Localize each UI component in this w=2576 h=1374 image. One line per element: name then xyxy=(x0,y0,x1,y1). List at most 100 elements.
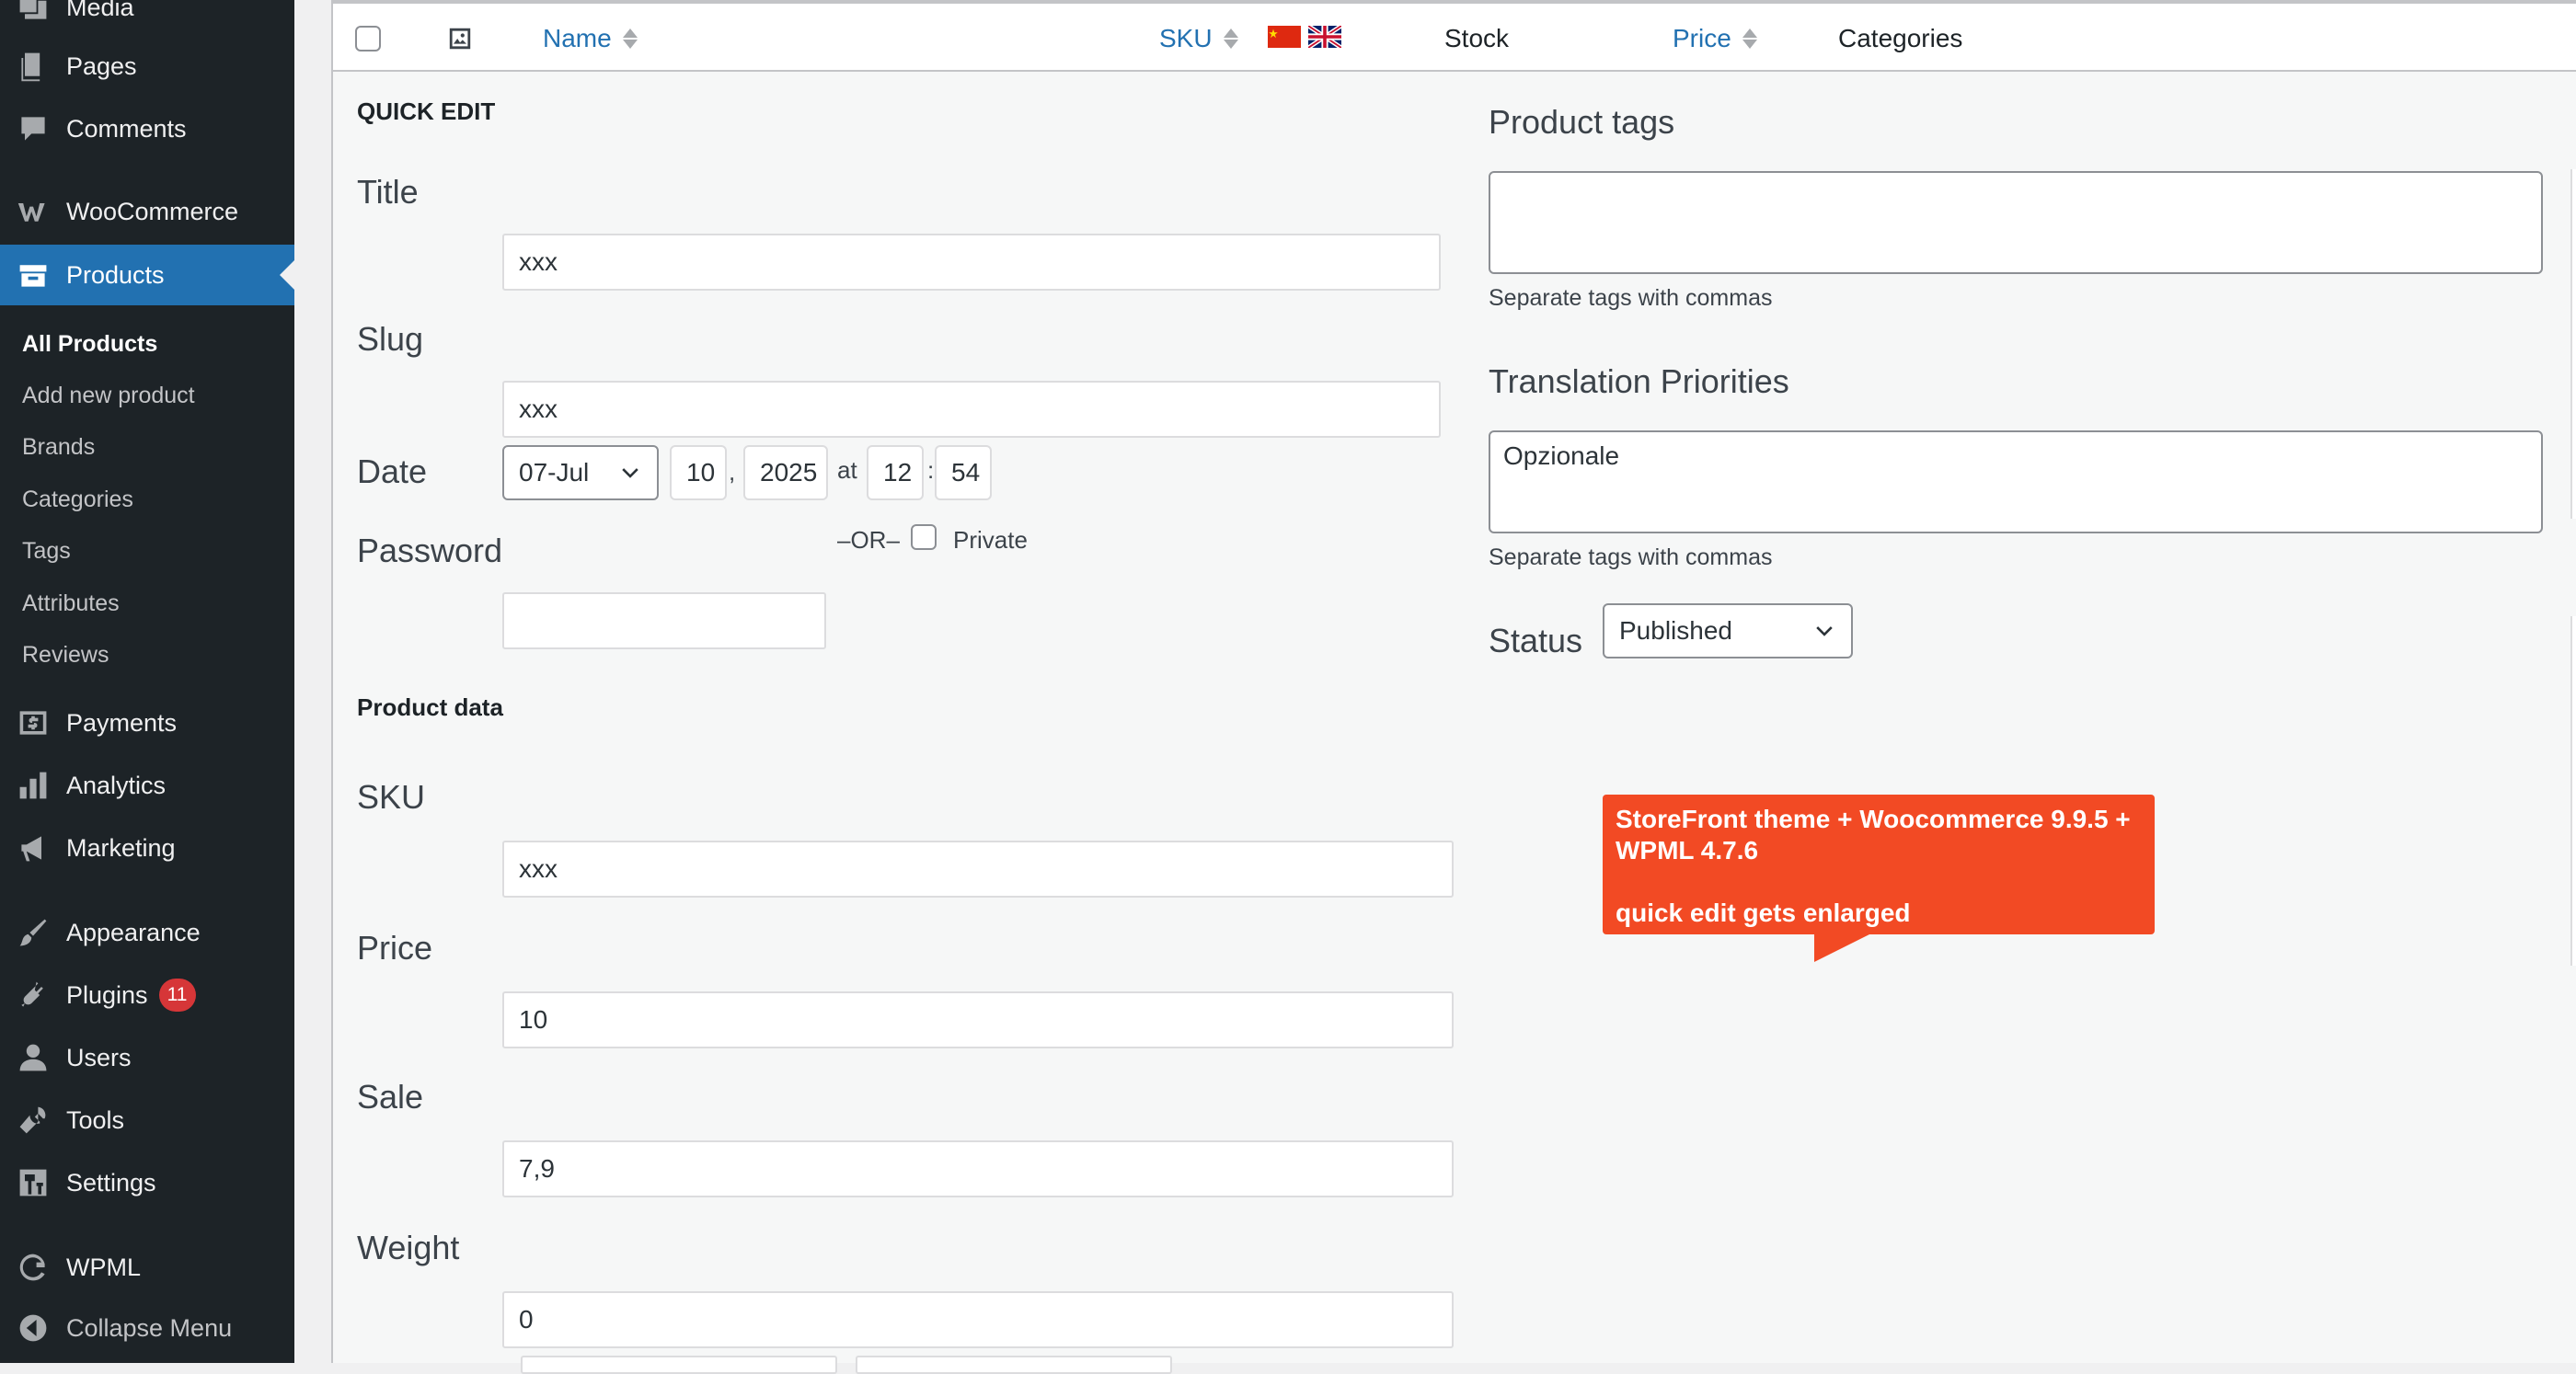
offscreen-column-box xyxy=(2570,169,2576,519)
menu-plugins[interactable]: Plugins 11 xyxy=(0,966,294,1025)
quick-edit-heading: QUICK EDIT xyxy=(357,97,496,125)
price-label: Price xyxy=(357,929,433,967)
weight-input[interactable]: 0 xyxy=(502,1291,1454,1348)
column-price-header[interactable]: Price xyxy=(1673,4,1757,74)
slug-label: Slug xyxy=(357,320,424,358)
menu-appearance[interactable]: Appearance xyxy=(0,903,294,962)
menu-comments[interactable]: Comments xyxy=(0,99,294,158)
submenu-reviews[interactable]: Reviews xyxy=(22,636,109,673)
submenu-add-new-product[interactable]: Add new product xyxy=(22,377,195,414)
price-input[interactable]: 10 xyxy=(502,991,1454,1048)
column-name-header[interactable]: Name xyxy=(543,4,638,74)
product-tags-textarea[interactable] xyxy=(1489,171,2543,274)
menu-plugins-label: Plugins xyxy=(66,980,148,1009)
menu-payments-label: Payments xyxy=(66,708,178,737)
date-month-value: 07-Jul xyxy=(519,458,590,487)
annotation-line-3: quick edit gets enlarged xyxy=(1616,899,1911,927)
menu-tools[interactable]: Tools xyxy=(0,1091,294,1150)
menu-woocommerce-label: WooCommerce xyxy=(66,197,239,225)
status-select[interactable]: Published xyxy=(1603,603,1853,658)
status-value: Published xyxy=(1619,616,1732,645)
wrench-icon xyxy=(15,1102,52,1139)
submenu-tags[interactable]: Tags xyxy=(22,532,71,569)
weight-label: Weight xyxy=(357,1229,460,1266)
select-all-checkbox[interactable] xyxy=(355,26,381,52)
private-label: Private xyxy=(953,526,1028,554)
menu-tools-label: Tools xyxy=(66,1105,125,1134)
title-label: Title xyxy=(357,173,419,211)
submenu-all-products[interactable]: All Products xyxy=(22,326,157,362)
date-month-select[interactable]: 07-Jul xyxy=(502,445,659,500)
menu-analytics[interactable]: Analytics xyxy=(0,756,294,815)
menu-analytics-label: Analytics xyxy=(66,771,167,799)
time-minute-input[interactable]: 54 xyxy=(935,445,992,500)
sort-arrows-icon xyxy=(1223,29,1238,49)
menu-comments-label: Comments xyxy=(66,114,187,143)
menu-marketing[interactable]: Marketing xyxy=(0,819,294,877)
collapse-arrow-icon xyxy=(15,1310,52,1346)
admin-sidebar: Media Pages Comments WooCommerce Product… xyxy=(0,0,294,1363)
time-colon: : xyxy=(927,456,935,484)
submenu-categories[interactable]: Categories xyxy=(22,481,133,518)
uk-flag-icon[interactable] xyxy=(1308,26,1341,48)
plugins-update-badge: 11 xyxy=(158,979,196,1012)
time-hour-input[interactable]: 12 xyxy=(867,445,924,500)
menu-settings[interactable]: Settings xyxy=(0,1153,294,1212)
password-label: Password xyxy=(357,532,503,569)
paintbrush-icon xyxy=(15,914,52,951)
dimension-input[interactable] xyxy=(521,1356,837,1374)
menu-pages-label: Pages xyxy=(66,52,137,80)
translation-priorities-label: Translation Priorities xyxy=(1489,362,1789,400)
status-label: Status xyxy=(1489,622,1583,659)
comments-icon xyxy=(15,110,52,147)
date-day-input[interactable]: 10 xyxy=(670,445,727,500)
sort-arrows-icon xyxy=(1742,29,1757,49)
pages-icon xyxy=(15,48,52,85)
sku-label: SKU xyxy=(357,778,426,816)
sku-input[interactable]: xxx xyxy=(502,841,1454,898)
product-tags-label: Product tags xyxy=(1489,103,1675,141)
date-year-input[interactable]: 2025 xyxy=(743,445,828,500)
menu-appearance-label: Appearance xyxy=(66,918,201,946)
users-icon xyxy=(15,1039,52,1076)
submenu-attributes[interactable]: Attributes xyxy=(22,585,120,622)
collapse-menu-label: Collapse Menu xyxy=(66,1313,233,1342)
megaphone-icon xyxy=(15,830,52,866)
menu-woocommerce[interactable]: WooCommerce xyxy=(0,182,294,241)
dimension-input[interactable] xyxy=(856,1356,1172,1374)
settings-icon xyxy=(15,1164,52,1201)
date-comma: , xyxy=(729,458,736,486)
menu-wpml[interactable]: WPML xyxy=(0,1238,294,1297)
collapse-menu-button[interactable]: Collapse Menu xyxy=(0,1299,294,1357)
title-input[interactable]: xxx xyxy=(502,234,1441,291)
current-menu-arrow xyxy=(280,260,294,290)
translation-priorities-help: Separate tags with commas xyxy=(1489,544,1773,570)
menu-products[interactable]: Products xyxy=(0,245,294,305)
column-sku-label: SKU xyxy=(1159,24,1213,52)
analytics-icon xyxy=(15,767,52,804)
sale-price-input[interactable]: 7,9 xyxy=(502,1140,1454,1197)
product-data-heading: Product data xyxy=(357,693,503,721)
translation-priorities-textarea[interactable]: Opzionale xyxy=(1489,430,2543,533)
payments-icon xyxy=(15,704,52,741)
menu-payments[interactable]: Payments xyxy=(0,693,294,752)
annotation-line-1: StoreFront theme + Woocommerce 9.9.5 + xyxy=(1616,805,2131,833)
private-checkbox[interactable] xyxy=(911,524,937,550)
select-all-cell xyxy=(355,4,381,74)
menu-users[interactable]: Users xyxy=(0,1028,294,1087)
column-name-label: Name xyxy=(543,24,612,52)
menu-pages[interactable]: Pages xyxy=(0,37,294,96)
woocommerce-icon xyxy=(15,193,52,230)
column-sku-header[interactable]: SKU xyxy=(1159,4,1238,74)
products-table-header: Name SKU Stock Price Categories xyxy=(333,0,2576,72)
products-icon xyxy=(15,257,52,293)
password-input[interactable] xyxy=(502,592,826,649)
quick-edit-panel: Name SKU Stock Price Categories QUICK ED… xyxy=(331,0,2576,1374)
menu-marketing-label: Marketing xyxy=(66,833,176,862)
column-stock-label: Stock xyxy=(1444,24,1510,52)
submenu-brands[interactable]: Brands xyxy=(22,429,95,465)
menu-media[interactable]: Media xyxy=(0,0,294,37)
chinese-flag-icon[interactable] xyxy=(1268,26,1301,48)
annotation-callout: StoreFront theme + Woocommerce 9.9.5 + W… xyxy=(1603,795,2155,962)
slug-input[interactable]: xxx xyxy=(502,381,1441,438)
